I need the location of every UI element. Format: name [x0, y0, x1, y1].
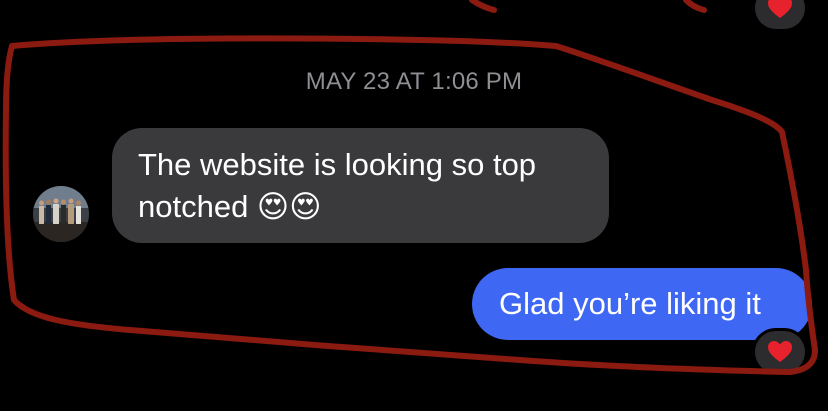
- avatar-photo: [33, 186, 89, 242]
- previous-message-reaction[interactable]: [752, 0, 808, 32]
- heart-icon: [768, 0, 792, 18]
- message-timestamp: MAY 23 AT 1:06 PM: [305, 68, 523, 95]
- message-reaction[interactable]: [752, 328, 808, 376]
- incoming-message-bubble[interactable]: The website is looking so top notched 😍😍: [112, 128, 609, 243]
- avatar[interactable]: [33, 186, 89, 242]
- outgoing-message-bubble[interactable]: Glad you’re liking it: [472, 268, 812, 340]
- heart-icon: [768, 341, 792, 362]
